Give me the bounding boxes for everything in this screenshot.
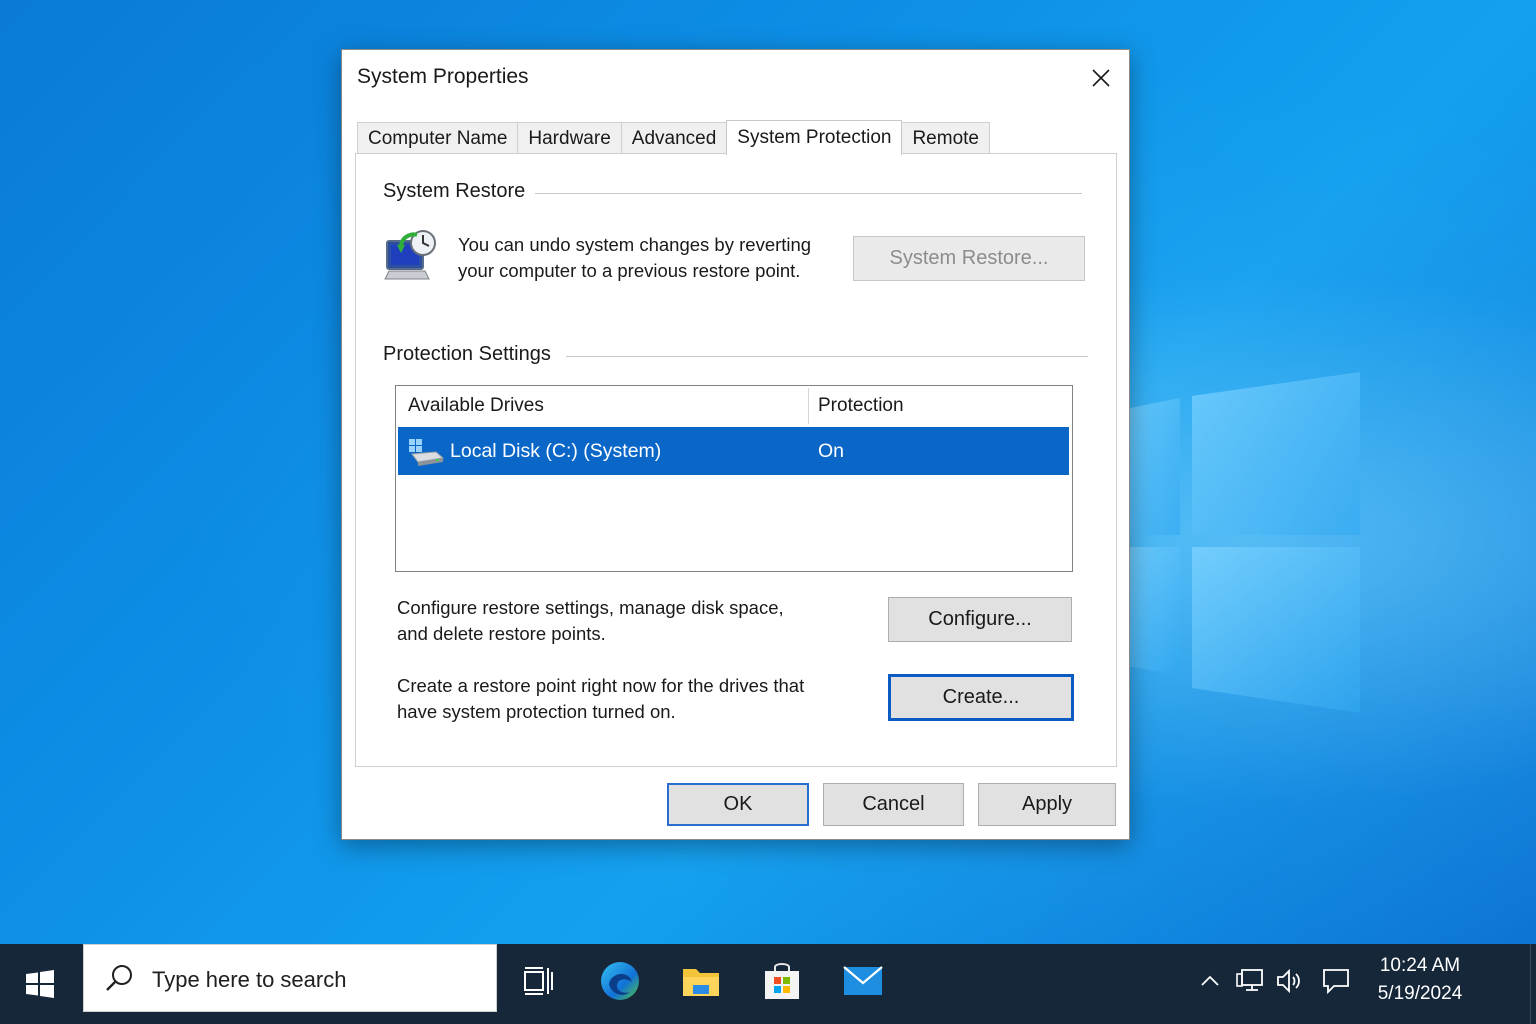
description-line: have system protection turned on. (397, 701, 676, 722)
edge-icon (601, 962, 639, 1000)
close-icon (1092, 69, 1110, 87)
configure-description: Configure restore settings, manage disk … (397, 595, 837, 647)
cancel-button[interactable]: Cancel (823, 783, 964, 826)
store-button[interactable] (759, 958, 805, 1004)
show-desktop-button[interactable] (1530, 944, 1536, 1024)
system-properties-dialog: System Properties Computer Name Hardware… (341, 49, 1130, 840)
column-header-protection[interactable]: Protection (818, 395, 904, 417)
volume-button[interactable] (1274, 966, 1306, 996)
configure-button[interactable]: Configure... (888, 597, 1072, 642)
search-icon (106, 965, 132, 991)
tab-system-protection[interactable]: System Protection (726, 120, 903, 155)
clock-date: 5/19/2024 (1377, 983, 1463, 1004)
show-hidden-icons-button[interactable] (1194, 966, 1226, 996)
action-center-button[interactable] (1320, 966, 1352, 996)
drive-icon (409, 439, 444, 466)
network-icon (1236, 969, 1263, 991)
title-bar: System Properties (342, 50, 1129, 106)
file-explorer-button[interactable] (678, 958, 724, 1004)
mail-icon (843, 966, 883, 995)
task-view-icon (524, 967, 553, 995)
system-restore-icon (384, 230, 436, 280)
apply-button[interactable]: Apply (978, 783, 1116, 826)
notification-icon (1323, 969, 1349, 994)
protection-settings-heading: Protection Settings (383, 343, 561, 366)
drive-row-c[interactable]: Local Disk (C:) (System) On (398, 427, 1069, 475)
ok-button[interactable]: OK (667, 783, 809, 826)
drive-name: Local Disk (C:) (System) (450, 440, 662, 462)
start-button[interactable] (0, 944, 80, 1024)
create-description: Create a restore point right now for the… (397, 673, 837, 725)
chevron-up-icon (1201, 975, 1219, 986)
taskbar-search-box[interactable]: Type here to search (83, 944, 497, 1012)
description-line: Configure restore settings, manage disk … (397, 597, 784, 618)
close-button[interactable] (1073, 50, 1129, 106)
divider (566, 356, 1088, 357)
tab-advanced[interactable]: Advanced (620, 122, 728, 154)
description-line: You can undo system changes by reverting (458, 234, 812, 255)
search-placeholder: Type here to search (152, 967, 347, 992)
system-restore-description: You can undo system changes by reverting… (458, 232, 838, 284)
task-view-button[interactable] (516, 958, 562, 1004)
windows-start-icon (26, 970, 54, 998)
network-button[interactable] (1234, 966, 1266, 996)
taskbar: Type here to search 10:24 AM 5/19/2024 (0, 944, 1536, 1024)
column-header-drives[interactable]: Available Drives (408, 395, 544, 417)
volume-icon (1277, 969, 1300, 993)
edge-button[interactable] (597, 958, 643, 1004)
file-explorer-icon (683, 969, 719, 996)
description-line: Create a restore point right now for the… (397, 675, 805, 696)
divider (526, 193, 1082, 194)
taskbar-clock[interactable]: 10:24 AM 5/19/2024 (1370, 952, 1470, 1008)
description-line: and delete restore points. (397, 623, 606, 644)
tab-strip: Computer Name Hardware Advanced System P… (357, 120, 990, 155)
column-separator[interactable] (808, 388, 809, 424)
create-button[interactable]: Create... (888, 674, 1074, 721)
windows-logo-wallpaper (1120, 372, 1360, 713)
dialog-title: System Properties (357, 65, 529, 88)
tab-hardware[interactable]: Hardware (517, 122, 622, 154)
store-icon (765, 963, 799, 999)
drives-list[interactable]: Available Drives Protection Local Disk (… (395, 385, 1073, 572)
clock-time: 10:24 AM (1379, 955, 1461, 976)
description-line: your computer to a previous restore poin… (458, 260, 801, 281)
system-restore-button[interactable]: System Restore... (853, 236, 1085, 281)
tab-panel: System Restore You can undo system chang… (355, 153, 1117, 767)
drive-protection-status: On (818, 440, 845, 462)
tab-remote[interactable]: Remote (901, 122, 990, 154)
mail-button[interactable] (840, 958, 886, 1004)
list-header: Available Drives Protection (396, 386, 1072, 426)
system-restore-heading: System Restore (383, 180, 536, 203)
tab-computer-name[interactable]: Computer Name (357, 122, 519, 154)
